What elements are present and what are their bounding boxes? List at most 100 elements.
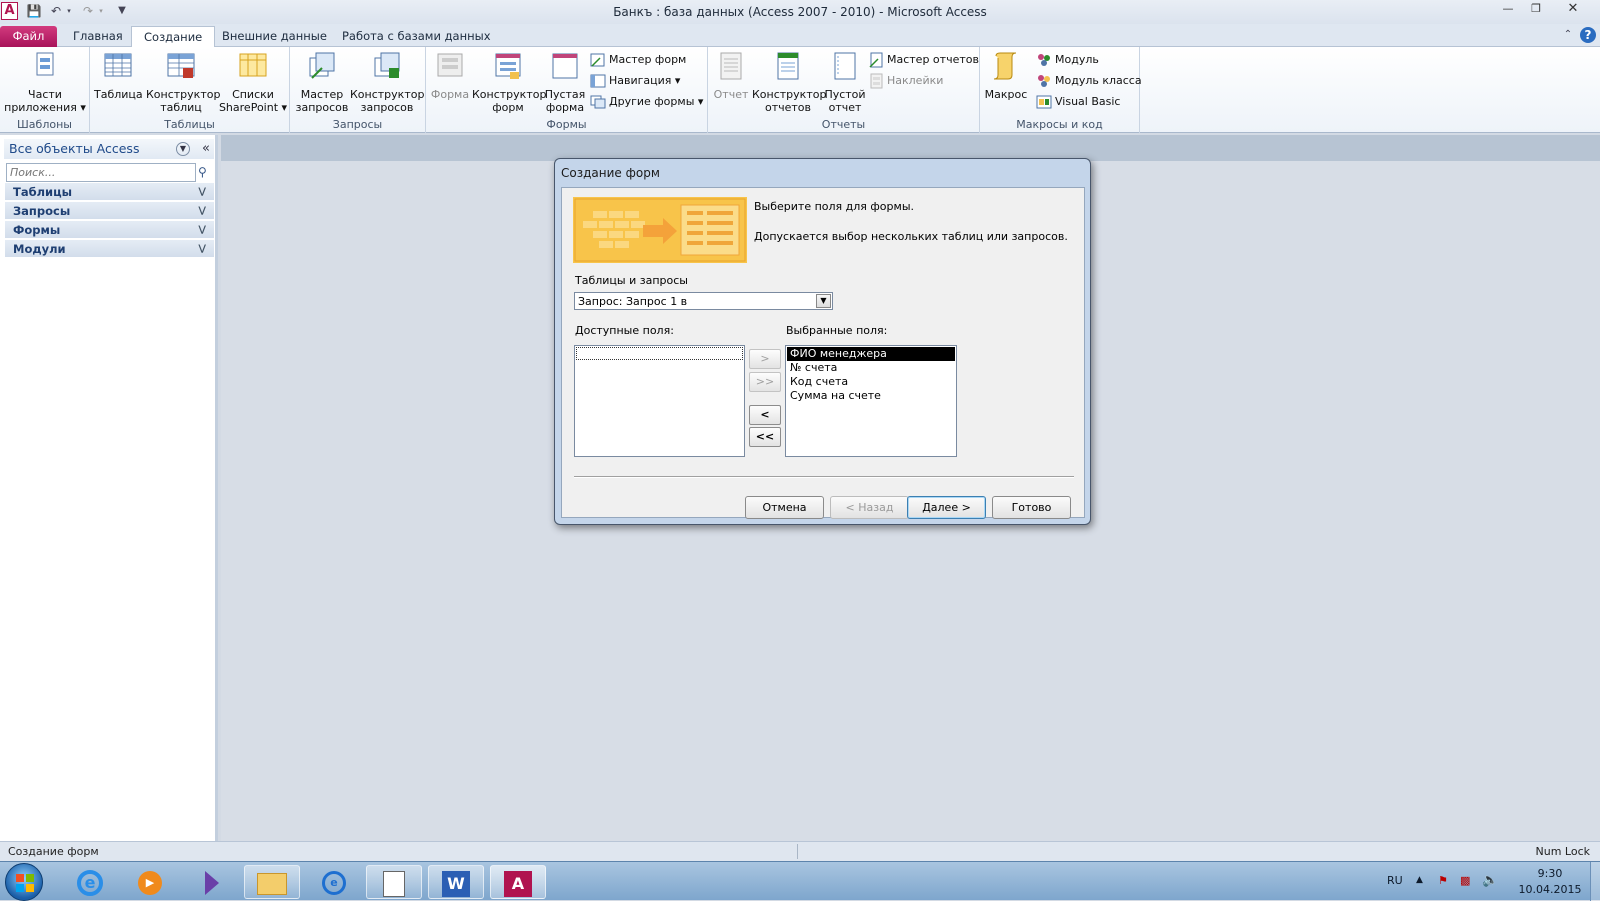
language-indicator[interactable]: RU	[1387, 874, 1403, 887]
list-item[interactable]: ФИО менеджера	[787, 347, 955, 361]
blank-form-button[interactable]: Пустая форма	[544, 50, 586, 114]
list-item[interactable]: Код счета	[787, 375, 955, 389]
action-center-icon[interactable]: ⚑	[1438, 874, 1448, 887]
next-button[interactable]: Далее >	[907, 496, 986, 519]
report-designer-button[interactable]: Конструктор отчетов	[752, 50, 826, 114]
list-item[interactable]: Сумма на счете	[787, 389, 955, 403]
list-focus-item[interactable]	[576, 347, 743, 360]
move-one-left-button[interactable]: <	[749, 405, 781, 425]
navigation-button[interactable]: Навигация ▾	[590, 72, 680, 90]
navigation-icon	[590, 74, 606, 88]
chevron-down-icon: ⋁	[198, 206, 206, 216]
nav-category-tables[interactable]: Таблицы ⋁	[5, 183, 214, 201]
nav-category-label: Формы	[13, 223, 61, 237]
group-label-templates: Шаблоны	[17, 118, 72, 131]
restore-icon[interactable]: ❐	[1523, 1, 1549, 17]
nav-header[interactable]: Все объекты Access ▼ «	[4, 139, 214, 159]
minimize-icon[interactable]: —	[1495, 1, 1521, 17]
form-button[interactable]: Форма	[430, 50, 470, 101]
taskbar-visual-studio-icon[interactable]	[184, 865, 240, 899]
nav-category-forms[interactable]: Формы ⋁	[5, 221, 214, 239]
taskbar-ie-icon[interactable]: e	[62, 865, 118, 899]
query-wizard-icon	[309, 52, 335, 79]
ribbon: Части приложения ▾ Шаблоны Таблица Конст…	[0, 47, 1600, 133]
tables-queries-label: Таблицы и запросы	[575, 274, 688, 287]
nav-category-queries[interactable]: Запросы ⋁	[5, 202, 214, 220]
clock-time[interactable]: 9:30	[1520, 867, 1580, 880]
module-button[interactable]: Модуль	[1036, 51, 1099, 69]
close-icon[interactable]: ✕	[1560, 1, 1586, 17]
divider	[574, 476, 1074, 478]
status-divider	[797, 844, 798, 859]
table-button[interactable]: Таблица	[94, 50, 143, 101]
nav-search-input[interactable]	[6, 163, 196, 182]
help-icon[interactable]: ?	[1580, 27, 1596, 43]
tab-create[interactable]: Создание	[131, 26, 216, 48]
show-hidden-icons-icon[interactable]: ▲	[1416, 875, 1423, 885]
move-all-right-button[interactable]: >>	[749, 372, 781, 392]
form-label: Форма	[430, 88, 470, 101]
form-wizard-dialog: Создание форм Выберите поля для формы. Д…	[554, 158, 1091, 525]
tab-external-data[interactable]: Внешние данные	[210, 26, 339, 47]
taskbar-access-icon[interactable]: A	[490, 865, 546, 899]
chevron-down-icon: ⋁	[198, 244, 206, 254]
chevron-down-icon[interactable]: ▼	[816, 294, 831, 308]
query-designer-button[interactable]: Конструктор запросов	[350, 50, 424, 114]
query-designer-icon	[374, 52, 400, 78]
group-label-reports: Отчеты	[821, 118, 866, 131]
selected-fields-label: Выбранные поля:	[786, 324, 888, 337]
selected-fields-list[interactable]: ФИО менеджера № счета Код счета Сумма на…	[785, 345, 957, 457]
form-designer-button[interactable]: Конструктор форм	[472, 50, 546, 114]
visual-basic-button[interactable]: Visual Basic	[1036, 93, 1120, 111]
taskbar-ie-2-icon[interactable]: e	[306, 865, 362, 899]
class-module-button[interactable]: Модуль класса	[1036, 72, 1142, 90]
start-button[interactable]	[5, 863, 43, 901]
table-designer-icon	[167, 53, 195, 78]
move-all-left-button[interactable]: <<	[749, 427, 781, 447]
sharepoint-lists-button[interactable]: Списки SharePoint ▾	[218, 50, 288, 114]
back-button[interactable]: < Назад	[830, 496, 909, 519]
nav-category-modules[interactable]: Модули ⋁	[5, 240, 214, 258]
query-wizard-button[interactable]: Мастер запросов	[294, 50, 350, 114]
form-wizard-button[interactable]: Мастер форм	[590, 51, 686, 69]
tab-database-tools[interactable]: Работа с базами данных	[330, 26, 503, 47]
app-parts-label-2: приложения ▾	[4, 101, 86, 114]
module-label: Модуль	[1055, 53, 1099, 66]
tab-file[interactable]: Файл	[0, 26, 57, 47]
show-desktop-button[interactable]	[1590, 862, 1600, 901]
cancel-button[interactable]: Отмена	[745, 496, 824, 519]
minimize-ribbon-icon[interactable]: ⌃	[1560, 27, 1576, 43]
report-label: Отчет	[713, 88, 749, 101]
app-parts-button[interactable]: Части приложения ▾	[4, 50, 86, 114]
nav-dropdown-icon[interactable]: ▼	[176, 142, 190, 156]
dialog-title: Создание форм	[561, 166, 660, 180]
query-designer-label-1: Конструктор	[350, 88, 425, 101]
visual-basic-label: Visual Basic	[1055, 95, 1121, 108]
network-icon[interactable]: ▩	[1460, 874, 1470, 887]
search-icon[interactable]: ⚲	[198, 165, 207, 179]
tab-home[interactable]: Главная	[61, 26, 135, 47]
taskbar-media-player-icon[interactable]: ▶	[122, 865, 178, 899]
taskbar-word-icon[interactable]: W	[428, 865, 484, 899]
table-designer-button[interactable]: Конструктор таблиц	[146, 50, 220, 114]
taskbar-notepad-icon[interactable]	[366, 865, 422, 899]
list-item[interactable]: № счета	[787, 361, 955, 375]
labels-button[interactable]: Наклейки	[868, 72, 943, 90]
status-bar: Создание форм Num Lock	[0, 841, 1600, 861]
volume-icon[interactable]: 🔈	[1482, 873, 1498, 888]
macro-button[interactable]: Макрос	[983, 50, 1029, 101]
move-one-right-button[interactable]: >	[749, 349, 781, 369]
group-label-queries: Запросы	[332, 118, 383, 131]
report-button[interactable]: Отчет	[712, 50, 750, 101]
available-fields-list[interactable]	[574, 345, 745, 457]
report-wizard-button[interactable]: Мастер отчетов	[868, 51, 979, 69]
taskbar-explorer-icon[interactable]	[244, 865, 300, 899]
other-forms-button[interactable]: Другие формы ▾	[590, 93, 703, 111]
finish-button[interactable]: Готово	[992, 496, 1071, 519]
sharepoint-lists-label-1: Списки	[232, 88, 274, 101]
nav-collapse-icon[interactable]: «	[202, 139, 210, 159]
window-title: Банкъ : база данных (Access 2007 - 2010)…	[613, 5, 987, 19]
tables-queries-select[interactable]: Запрос: Запрос 1 в ▼	[574, 292, 833, 310]
clock-date[interactable]: 10.04.2015	[1514, 883, 1586, 896]
blank-report-button[interactable]: Пустой отчет	[824, 50, 866, 114]
